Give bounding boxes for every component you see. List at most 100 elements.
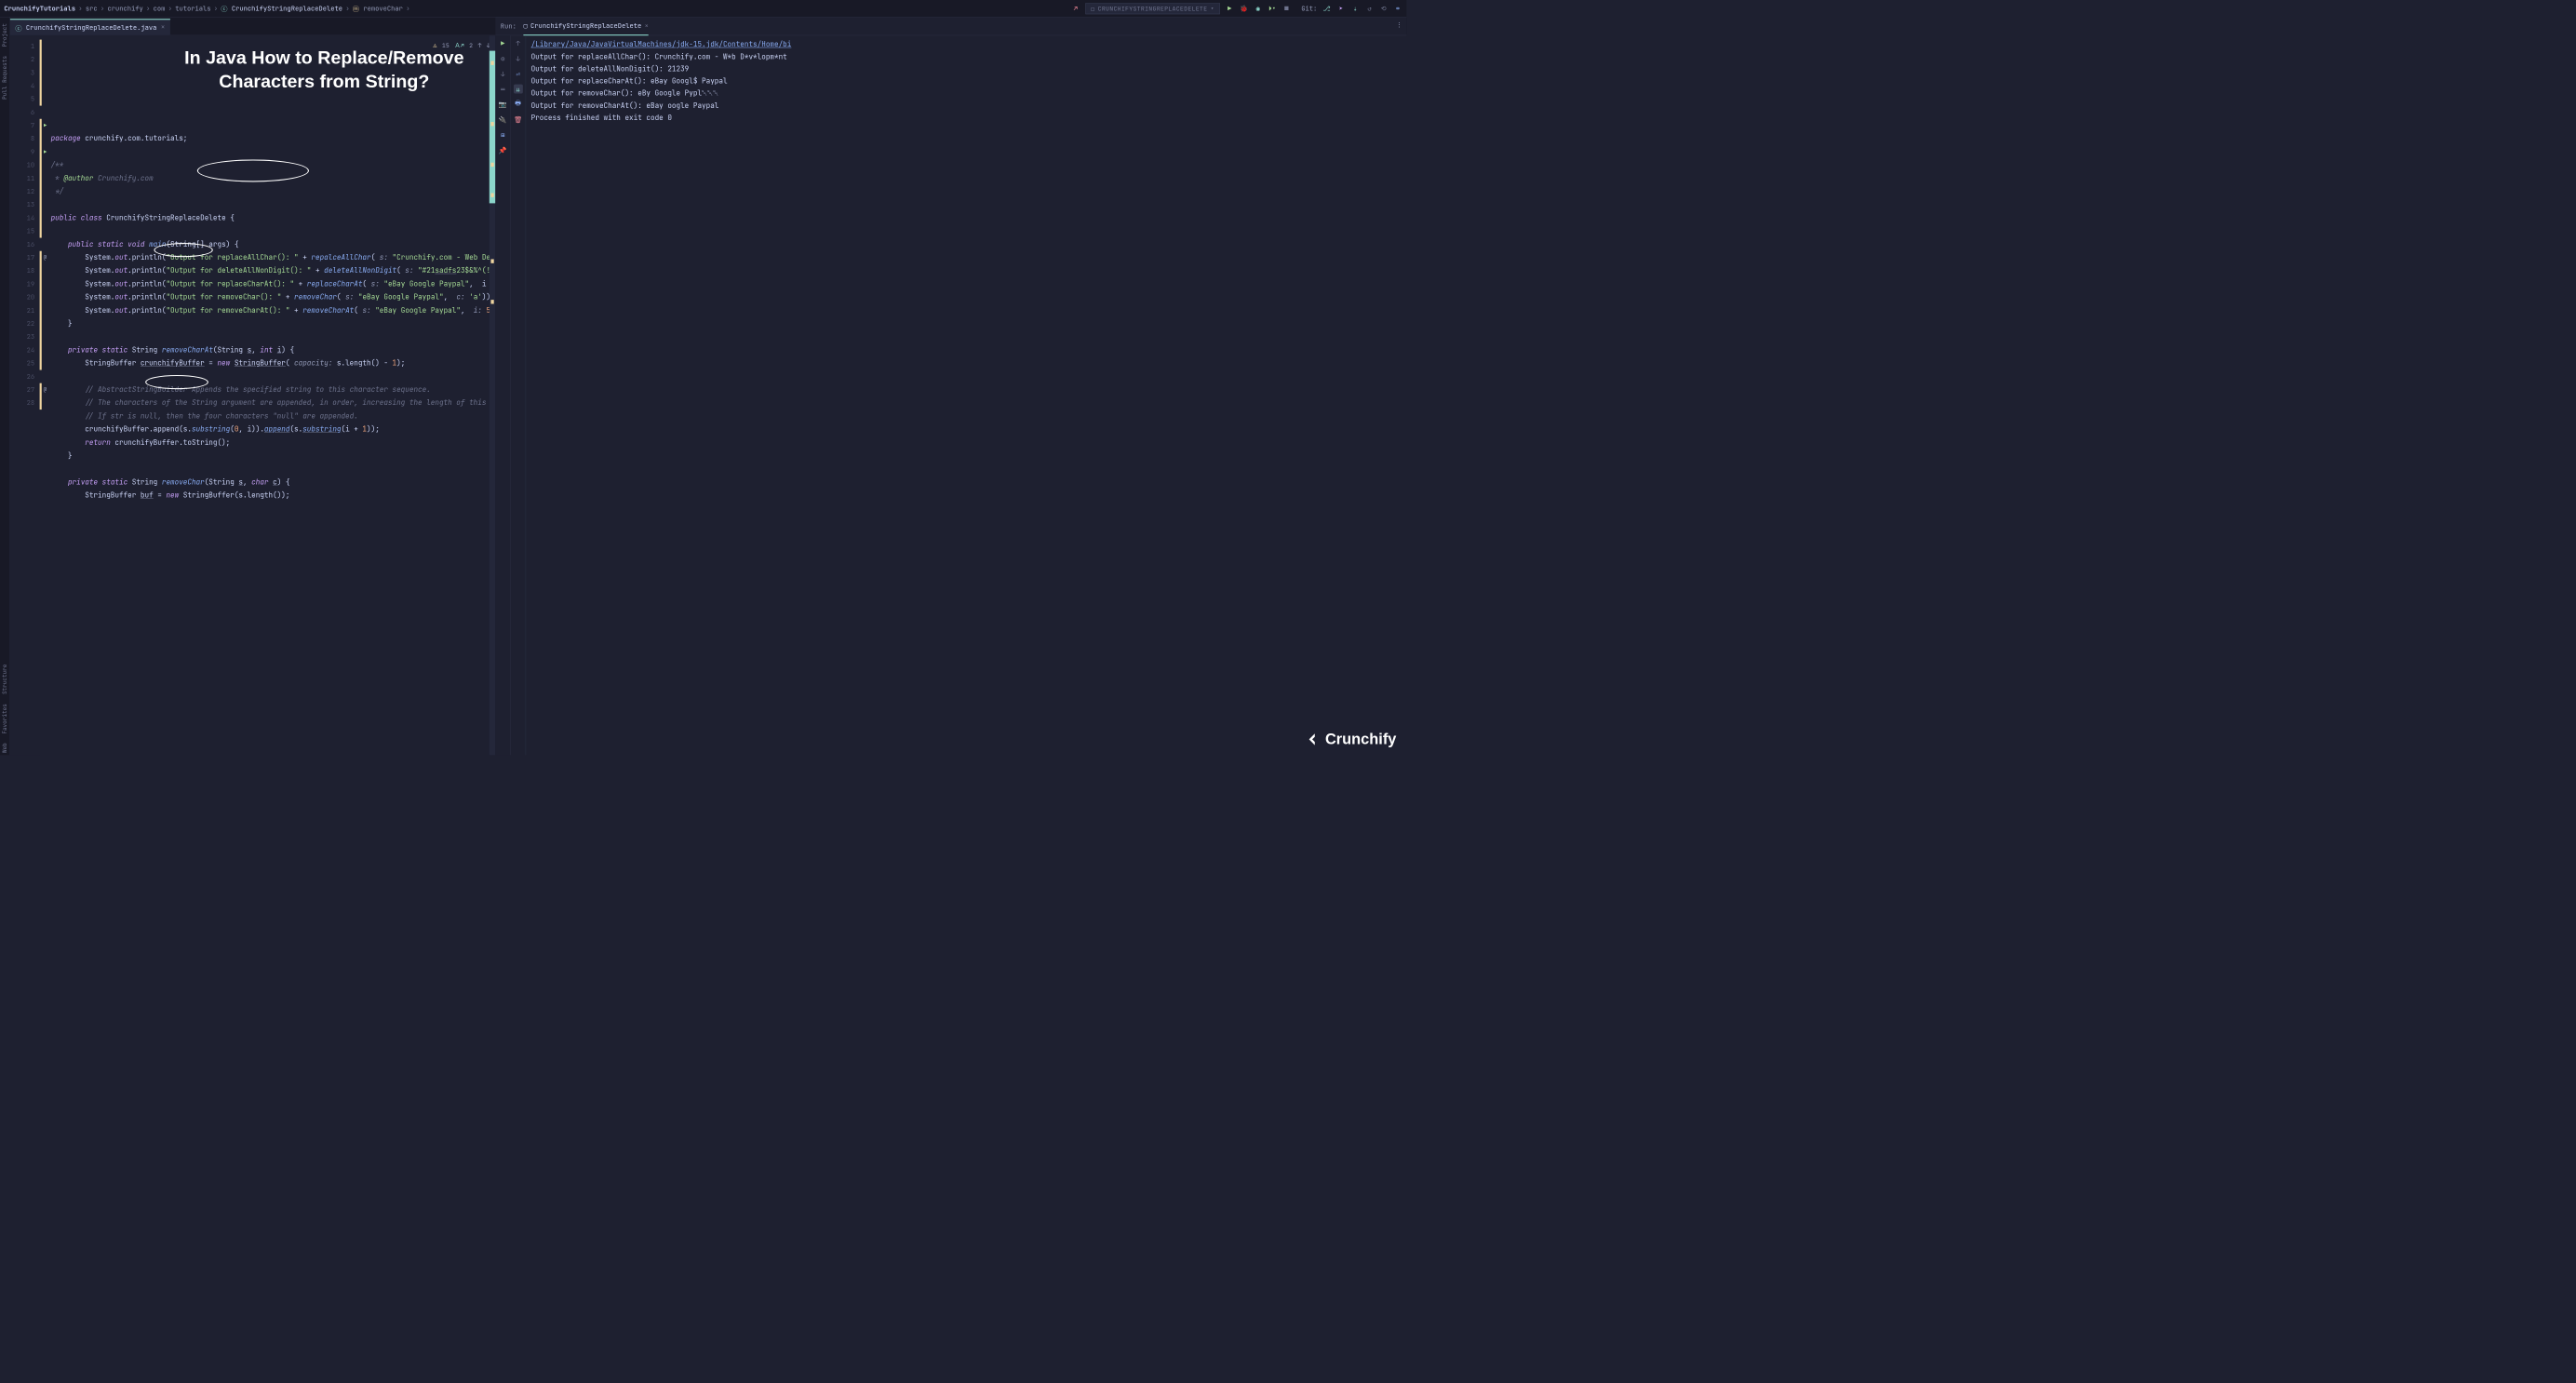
warning-count: 15 (442, 38, 449, 51)
editor-area: 1234567▶89▶1011121314151617@181920212223… (10, 35, 495, 755)
breadcrumb-root[interactable]: CrunchifyTutorials (4, 4, 75, 12)
stop-button[interactable]: ■ (1281, 4, 1291, 13)
code-line[interactable]: } (51, 450, 496, 463)
breadcrumb-item[interactable]: src (86, 4, 98, 12)
side-tab-structure[interactable]: Structure (1, 663, 8, 697)
file-tab[interactable]: ⓒ CrunchifyStringReplaceDelete.java × (10, 19, 170, 34)
code-line[interactable]: StringBuffer buf = new StringBuffer(s.le… (51, 489, 496, 502)
debug-button[interactable]: 🐞 (1240, 4, 1249, 13)
breadcrumb-class[interactable]: CrunchifyStringReplaceDelete (232, 4, 342, 12)
line-number: 20 (10, 290, 40, 303)
soft-wrap-icon[interactable]: ⏎ (514, 69, 523, 78)
line-number: 28 (10, 396, 40, 410)
run-panel-tab[interactable]: ▢ CrunchifyStringReplaceDelete × (523, 17, 648, 35)
code-line[interactable]: } (51, 317, 496, 330)
run-button[interactable]: ▶ (1225, 4, 1234, 13)
run-tab-icon: ▢ (523, 21, 527, 30)
code-line[interactable] (51, 369, 496, 383)
code-line[interactable]: private static String removeCharAt(Strin… (51, 343, 496, 356)
line-number: 7▶ (10, 119, 40, 132)
chevron-right-icon: › (168, 4, 172, 12)
code-line[interactable]: * @author Crunchify.com (51, 172, 496, 185)
breadcrumb-item[interactable]: crunchify (107, 4, 142, 12)
close-icon[interactable]: × (161, 23, 166, 33)
down-arrow-icon[interactable]: ↓ (498, 69, 507, 78)
side-tab-favorites[interactable]: Favorites (1, 702, 8, 736)
breadcrumb-item[interactable]: com (154, 4, 166, 12)
chevron-right-icon: › (406, 4, 409, 12)
line-number: 2 (10, 53, 40, 66)
run-panel: Run: ▢ CrunchifyStringReplaceDelete × ⋮ … (495, 18, 1406, 756)
git-branch-icon[interactable]: ⎇ (1322, 4, 1332, 13)
toolbar-right: ↗ ▢ CRUNCHIFYSTRINGREPLACEDELETE ▾ ▶ 🐞 ◉… (1071, 3, 1402, 14)
profile-button[interactable]: ⏵▾ (1268, 4, 1277, 13)
delete-icon[interactable]: 🗑 (514, 114, 523, 124)
coverage-button[interactable]: ◉ (1254, 4, 1263, 13)
line-number: 8 (10, 132, 40, 145)
code-line[interactable]: System.out.println("Output for removeCha… (51, 290, 496, 303)
scroll-end-icon[interactable]: ⇊ (514, 85, 523, 94)
code-line[interactable]: // AbstractStringBuilder Appends the spe… (51, 383, 496, 396)
chevron-down-icon: ▾ (1211, 5, 1214, 13)
code-line[interactable]: package crunchify.com.tutorials; (51, 132, 496, 145)
logo-icon (1306, 732, 1321, 746)
code-line[interactable]: // The characters of the String argument… (51, 396, 496, 410)
side-tab-project[interactable]: Project (1, 21, 8, 49)
method-icon: ⓜ (353, 4, 359, 13)
code-line[interactable]: */ (51, 185, 496, 198)
code-line[interactable]: System.out.println("Output for deleteAll… (51, 264, 496, 277)
code-line[interactable]: private static String removeChar(String … (51, 476, 496, 489)
code-line[interactable] (51, 330, 496, 343)
chevron-right-icon: › (78, 4, 82, 12)
code-line[interactable]: public class CrunchifyStringReplaceDelet… (51, 211, 496, 224)
breadcrumb-method[interactable]: removeChar (363, 4, 403, 12)
git-push-icon[interactable]: ➤ (1336, 4, 1346, 13)
code-line[interactable]: /** (51, 158, 496, 171)
side-tab-web[interactable]: Web (1, 741, 8, 755)
run-config-selector[interactable]: ▢ CRUNCHIFYSTRINGREPLACEDELETE ▾ (1085, 3, 1220, 14)
code-line[interactable]: return crunchifyBuffer.toString(); (51, 436, 496, 449)
hint-icon[interactable]: Ａ↗ (454, 38, 463, 51)
code-line[interactable] (51, 198, 496, 211)
camera-icon[interactable]: 📷 (498, 100, 507, 109)
code-pane[interactable]: In Java How to Replace/RemoveCharacters … (40, 35, 496, 755)
code-line[interactable] (51, 224, 496, 237)
left-tool-tabs: Project Pull Requests Structure Favorite… (0, 18, 10, 756)
git-history-icon[interactable]: ↺ (1365, 4, 1375, 13)
code-line[interactable]: StringBuffer crunchifyBuffer = new Strin… (51, 356, 496, 369)
kebab-menu-icon[interactable]: ⋮ (1396, 20, 1402, 29)
line-number: 14 (10, 211, 40, 224)
build-icon[interactable]: ↗ (1071, 4, 1080, 13)
code-line[interactable]: public static void main(String[] args) { (51, 238, 496, 251)
layout-icon[interactable]: ⊞ (498, 130, 507, 140)
code-line[interactable]: System.out.println("Output for replaceAl… (51, 251, 496, 264)
down-arrow-icon[interactable]: ↓ (514, 54, 523, 63)
search-everywhere-icon[interactable]: ⌗ (1393, 4, 1402, 13)
code-line[interactable]: // If str is null, then the four charact… (51, 410, 496, 423)
side-tab-pull-requests[interactable]: Pull Requests (1, 54, 8, 101)
print-icon[interactable]: 🖶 (514, 100, 523, 109)
code-line[interactable]: System.out.println("Output for replaceCh… (51, 277, 496, 290)
plug-icon[interactable]: 🔌 (498, 114, 507, 124)
console-line: /Library/Java/JavaVirtualMachines/jdk-15… (531, 38, 1402, 50)
code-line[interactable] (51, 145, 496, 158)
line-number: 1 (10, 40, 40, 53)
settings-icon[interactable]: ⚙ (498, 54, 507, 63)
line-number: 16 (10, 238, 40, 251)
git-rollback-icon[interactable]: ⟲ (1379, 4, 1389, 13)
up-arrow-icon[interactable]: ↑ (478, 38, 482, 51)
git-pull-icon[interactable]: ⇣ (1350, 4, 1360, 13)
warning-icon[interactable]: ⚠ (434, 38, 437, 51)
code-line[interactable] (51, 463, 496, 476)
pin-icon[interactable]: 📌 (498, 145, 507, 154)
console-output[interactable]: /Library/Java/JavaVirtualMachines/jdk-15… (526, 35, 1406, 755)
breadcrumb-item[interactable]: tutorials (175, 4, 210, 12)
close-icon[interactable]: × (645, 21, 649, 30)
line-number: 26 (10, 369, 40, 383)
chevron-right-icon: › (146, 4, 150, 12)
hint-count: 2 (469, 38, 473, 51)
up-arrow-icon[interactable]: ↑ (514, 38, 523, 47)
rerun-button[interactable]: ▶ (498, 38, 507, 47)
code-line[interactable]: crunchifyBuffer.append(s.substring(0, i)… (51, 423, 496, 436)
code-line[interactable]: System.out.println("Output for removeCha… (51, 304, 496, 317)
